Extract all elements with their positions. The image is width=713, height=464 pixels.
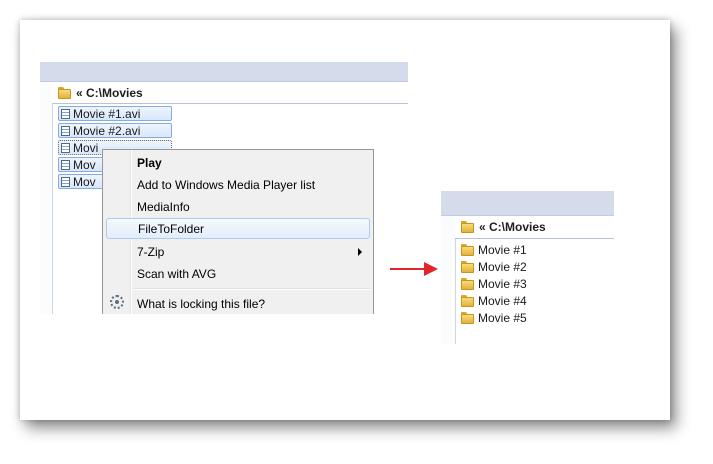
menu-item-label: What is locking this file? [137, 296, 266, 311]
folder-icon [461, 221, 474, 233]
toolbar-band [441, 191, 614, 216]
folder-icon [461, 294, 474, 307]
menu-item-what-is-locking[interactable]: What is locking this file? [106, 293, 370, 314]
file-item-movie-1[interactable]: Movie #1.avi [58, 106, 172, 121]
file-name: Movie #2.avi [73, 123, 141, 138]
file-item-movie-2[interactable]: Movie #2.avi [58, 123, 172, 138]
folder-name: Movie #5 [478, 310, 527, 325]
menu-item-label: MediaInfo [137, 199, 190, 214]
explorer-window-after: « C:\Movies Movie #1 Movie #2 Movie #3 M… [441, 191, 614, 344]
folder-item-movie-2[interactable]: Movie #2 [461, 258, 527, 275]
menu-item-label: FileToFolder [138, 221, 205, 236]
context-menu: Play Add to Windows Media Player list Me… [102, 149, 374, 314]
video-file-icon [61, 159, 70, 170]
folder-icon [461, 260, 474, 273]
menu-item-7-zip[interactable]: 7-Zip [106, 241, 370, 262]
file-name: Movie #1.avi [73, 106, 141, 121]
folder-icon [58, 86, 71, 99]
navigation-pane [40, 82, 53, 314]
file-name: Movi [73, 140, 99, 155]
folder-name: Movie #4 [478, 293, 527, 308]
folder-name: Movie #2 [478, 259, 527, 274]
menu-item-add-to-wmp-list[interactable]: Add to Windows Media Player list [106, 174, 370, 195]
folder-item-movie-5[interactable]: Movie #5 [461, 309, 527, 326]
folder-icon [461, 311, 474, 324]
arrow-head [424, 262, 438, 276]
menu-item-label: 7-Zip [137, 244, 165, 259]
menu-item-label: Add to Windows Media Player list [137, 177, 316, 192]
video-file-icon [61, 108, 70, 119]
address-path: « C:\Movies [76, 85, 143, 100]
folder-name: Movie #1 [478, 242, 527, 257]
folder-item-movie-1[interactable]: Movie #1 [461, 241, 527, 258]
address-path: « C:\Movies [479, 220, 546, 234]
video-file-icon [61, 176, 70, 187]
navigation-pane [441, 216, 456, 344]
arrow-right-icon [390, 268, 426, 270]
video-file-icon [61, 125, 70, 136]
folder-item-movie-4[interactable]: Movie #4 [461, 292, 527, 309]
file-name: Mov [73, 157, 96, 172]
address-bar[interactable]: « C:\Movies [52, 82, 408, 104]
menu-item-mediainfo[interactable]: MediaInfo [106, 196, 370, 217]
menu-item-filetofolder[interactable]: FileToFolder [106, 218, 370, 239]
folder-name: Movie #3 [478, 276, 527, 291]
menu-item-play[interactable]: Play [106, 152, 370, 173]
folder-item-movie-3[interactable]: Movie #3 [461, 275, 527, 292]
menu-separator [133, 288, 370, 290]
chevron-right-icon [358, 248, 362, 256]
video-file-icon [61, 142, 70, 153]
menu-item-label: Play [137, 155, 162, 170]
menu-item-scan-with-avg[interactable]: Scan with AVG [106, 263, 370, 284]
menu-item-label: Scan with AVG [137, 266, 217, 281]
toolbar-band [40, 62, 408, 82]
file-name: Mov [73, 174, 96, 189]
folder-list: Movie #1 Movie #2 Movie #3 Movie #4 Movi… [461, 241, 527, 326]
address-bar[interactable]: « C:\Movies [455, 216, 614, 239]
folder-icon [461, 277, 474, 290]
folder-icon [461, 243, 474, 256]
